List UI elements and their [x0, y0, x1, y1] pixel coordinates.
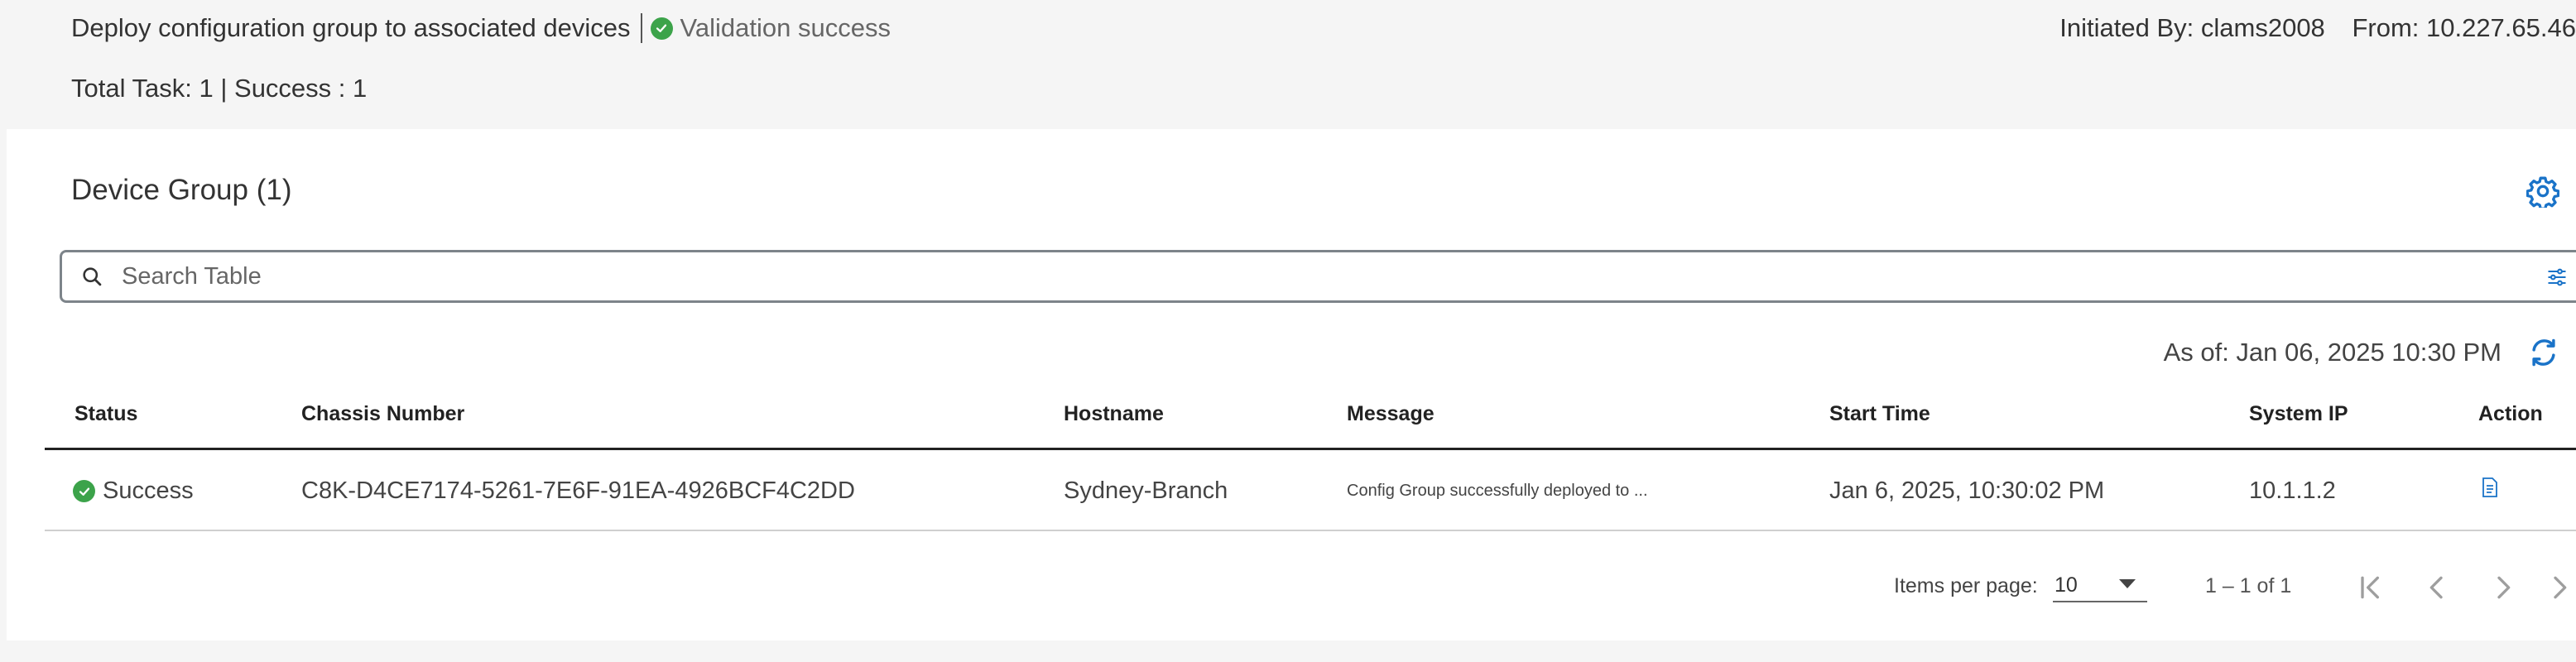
hostname-cell: Sydney-Branch [1064, 477, 1228, 504]
status-text: Success [103, 477, 194, 504]
initiator-info: Initiated By: clams2008 From: 10.227.65.… [2059, 13, 2576, 43]
status-cell: Success [73, 477, 194, 505]
table-header-divider [45, 448, 2576, 450]
page-range: 1 – 1 of 1 [2205, 574, 2292, 597]
first-page-icon[interactable] [2354, 571, 2387, 604]
check-circle-icon [73, 480, 95, 502]
device-group-card [7, 129, 2576, 640]
items-per-page-select[interactable]: 10 [2053, 569, 2147, 602]
message-cell: Config Group successfully deployed to ..… [1347, 482, 1648, 500]
refresh-icon[interactable] [2528, 337, 2559, 368]
as-of-timestamp: As of: Jan 06, 2025 10:30 PM [2163, 338, 2502, 367]
check-circle-icon [650, 17, 673, 40]
next-page-icon[interactable] [2487, 571, 2520, 604]
items-per-page-value: 10 [2055, 573, 2078, 597]
previous-page-icon[interactable] [2420, 571, 2453, 604]
gear-icon[interactable] [2526, 175, 2560, 210]
search-input[interactable] [122, 259, 2522, 294]
items-per-page-label: Items per page: [1894, 574, 2038, 597]
task-title-bar: Deploy configuration group to associated… [71, 13, 891, 43]
task-summary: Total Task: 1 | Success : 1 [71, 74, 368, 103]
column-header-system-ip[interactable]: System IP [2249, 402, 2348, 426]
search-bar [60, 250, 2576, 303]
start-time-cell: Jan 6, 2025, 10:30:02 PM [1829, 477, 2105, 504]
table-row-divider [45, 530, 2576, 531]
title-divider [640, 13, 642, 43]
filter-sliders-icon[interactable] [2545, 266, 2569, 289]
from-ip: From: 10.227.65.46 [2352, 13, 2576, 42]
system-ip-cell: 10.1.1.2 [2249, 477, 2336, 504]
task-title: Deploy configuration group to associated… [71, 13, 631, 42]
last-page-icon[interactable] [2543, 571, 2576, 604]
search-icon [80, 265, 103, 288]
column-header-status[interactable]: Status [74, 402, 137, 426]
column-header-message[interactable]: Message [1347, 402, 1435, 426]
device-group-title: Device Group (1) [71, 174, 292, 206]
chassis-number-cell: C8K-D4CE7174-5261-7E6F-91EA-4926BCF4C2DD [301, 477, 855, 504]
validation-status: Validation success [680, 13, 891, 42]
column-header-action: Action [2478, 402, 2543, 425]
initiated-by: Initiated By: clams2008 [2059, 13, 2325, 42]
column-header-start-time[interactable]: Start Time [1829, 402, 1930, 426]
column-header-hostname[interactable]: Hostname [1064, 402, 1164, 426]
column-header-chassis-number[interactable]: Chassis Number [301, 402, 464, 426]
chevron-down-icon [2119, 579, 2136, 588]
document-icon[interactable] [2480, 477, 2500, 498]
